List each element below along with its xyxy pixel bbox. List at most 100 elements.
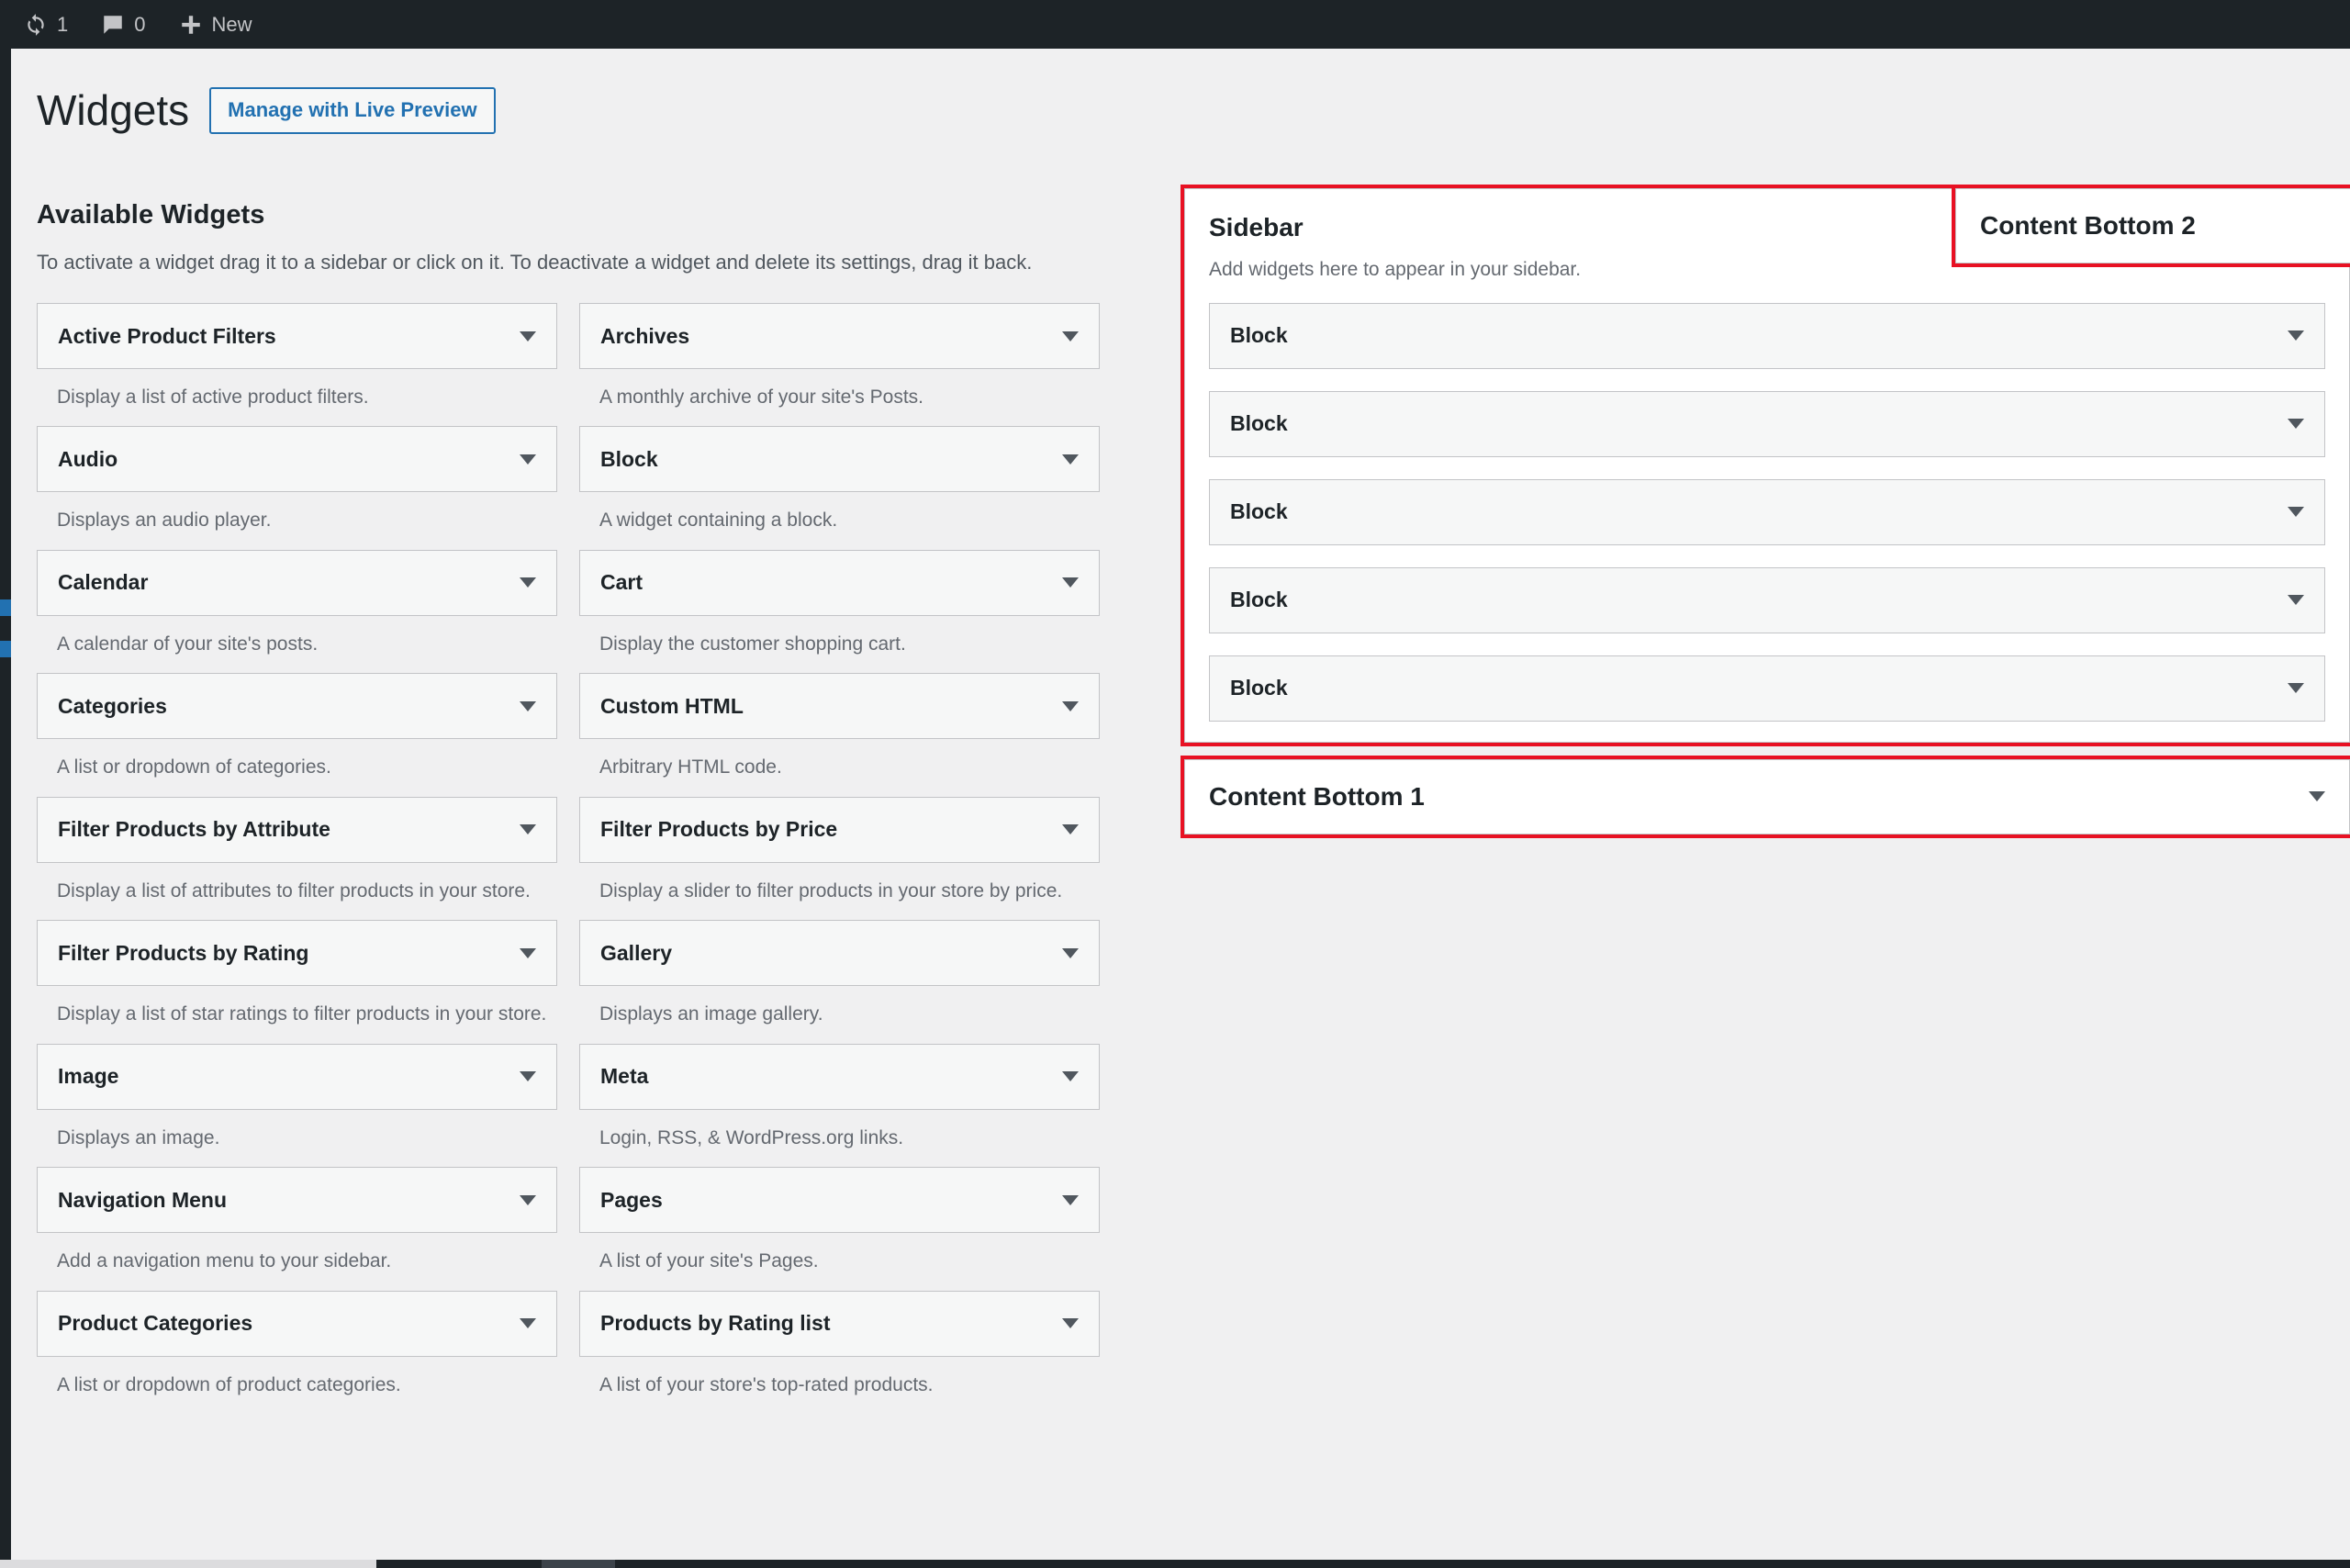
admin-bar-new-content[interactable]: New [162, 0, 269, 49]
available-widget-description: A widget containing a block. [599, 510, 838, 532]
admin-menu-active-indicator-1 [0, 599, 11, 616]
chevron-down-icon[interactable] [520, 577, 536, 588]
available-widget-title: Products by Rating list [600, 1311, 831, 1335]
chevron-down-icon[interactable] [520, 1071, 536, 1082]
available-widget-card[interactable]: Navigation Menu [37, 1167, 557, 1234]
available-widgets-column-left: Active Product Filters Display a list of … [37, 303, 557, 1414]
available-widget-title: Cart [600, 570, 643, 595]
chevron-down-icon[interactable] [2288, 683, 2304, 693]
available-widget-card[interactable]: Image [37, 1043, 557, 1110]
available-widget-card[interactable]: Meta [579, 1043, 1100, 1110]
available-widget-description: Displays an image gallery. [599, 1003, 823, 1025]
page-body: Widgets Manage with Live Preview Availab… [11, 49, 2350, 1568]
chevron-down-icon[interactable] [1062, 1071, 1079, 1082]
admin-bar-new-label: New [211, 12, 252, 36]
available-widget-entry: Filter Products by Price Display a slider… [579, 796, 1100, 920]
chevron-down-icon[interactable] [2288, 507, 2304, 517]
available-widget-entry: Product Categories A list or dropdown of … [37, 1290, 557, 1414]
available-widget-title: Custom HTML [600, 693, 744, 718]
available-widget-description: Display a slider to filter products in y… [599, 879, 1063, 902]
available-widget-card[interactable]: Archives [579, 303, 1100, 369]
chevron-down-icon[interactable] [1062, 700, 1079, 711]
available-widget-card[interactable]: Filter Products by Rating [37, 920, 557, 987]
chevron-down-icon[interactable] [520, 330, 536, 342]
available-widget-description: A list of your store's top-rated product… [599, 1373, 934, 1395]
available-widget-title: Pages [600, 1187, 663, 1212]
available-widget-card[interactable]: Product Categories [37, 1290, 557, 1357]
scrollbar-thumb[interactable] [542, 1560, 615, 1568]
widget-area-content-bottom-2-title: Content Bottom 2 [1980, 211, 2196, 240]
widget-area-content-bottom-1-title: Content Bottom 1 [1209, 781, 1425, 811]
widget-area-sidebar-widget-list: Block Block Block Block Block [1185, 302, 2349, 742]
chevron-down-icon[interactable] [520, 454, 536, 465]
chevron-down-icon[interactable] [1062, 454, 1079, 465]
available-widget-card[interactable]: Block [579, 426, 1100, 493]
available-widget-title: Filter Products by Attribute [58, 817, 330, 842]
available-widget-card[interactable]: Active Product Filters [37, 303, 557, 369]
available-widget-description: Display a list of star ratings to filter… [57, 1003, 547, 1025]
chevron-down-icon[interactable] [1062, 1194, 1079, 1205]
chevron-down-icon[interactable] [2309, 791, 2325, 801]
content-bottom-2-wrapper: Content Bottom 2 [1952, 185, 2350, 267]
chevron-down-icon[interactable] [1062, 947, 1079, 958]
admin-bar-updates[interactable]: 1 [7, 0, 84, 49]
admin-menu-strip[interactable] [0, 49, 11, 1568]
available-widget-description: Display a list of attributes to filter p… [57, 879, 531, 902]
sidebar-widget-item[interactable]: Block [1209, 655, 2325, 722]
available-widget-title: Categories [58, 693, 167, 718]
available-widget-description: A list of your site's Pages. [599, 1250, 819, 1272]
sidebar-widget-item[interactable]: Block [1209, 566, 2325, 633]
available-widget-card[interactable]: Audio [37, 426, 557, 493]
manage-with-live-preview-button[interactable]: Manage with Live Preview [209, 87, 496, 134]
page-title: Widgets [37, 86, 190, 134]
chevron-down-icon[interactable] [520, 700, 536, 711]
available-widget-title: Archives [600, 323, 690, 348]
chevron-down-icon[interactable] [2288, 419, 2304, 429]
available-widget-card[interactable]: Gallery [579, 920, 1100, 987]
available-widget-card[interactable]: Filter Products by Price [579, 796, 1100, 863]
available-widgets-grid: Active Product Filters Display a list of … [37, 303, 1120, 1414]
available-widget-description: A monthly archive of your site's Posts. [599, 386, 923, 408]
available-widget-card[interactable]: Products by Rating list [579, 1290, 1100, 1357]
available-widget-entry: Categories A list or dropdown of categori… [37, 673, 557, 796]
sidebar-widget-item[interactable]: Block [1209, 390, 2325, 457]
chevron-down-icon[interactable] [520, 824, 536, 835]
available-widget-description: Displays an audio player. [57, 510, 272, 532]
available-widget-card[interactable]: Pages [579, 1167, 1100, 1234]
available-widget-entry: Archives A monthly archive of your site's… [579, 303, 1100, 426]
chevron-down-icon[interactable] [2288, 330, 2304, 341]
sidebar-widget-item[interactable]: Block [1209, 478, 2325, 545]
available-widget-description: Login, RSS, & WordPress.org links. [599, 1126, 904, 1148]
chevron-down-icon[interactable] [2288, 595, 2304, 605]
available-widget-card[interactable]: Filter Products by Attribute [37, 796, 557, 863]
available-widget-title: Meta [600, 1064, 649, 1089]
available-widget-card[interactable]: Cart [579, 549, 1100, 616]
widget-area-content-bottom-2[interactable]: Content Bottom 2 [1952, 185, 2350, 267]
sidebar-widget-title: Block [1230, 411, 1288, 435]
chevron-down-icon[interactable] [520, 1194, 536, 1205]
available-widget-entry: Calendar A calendar of your site's posts. [37, 549, 557, 673]
chevron-down-icon[interactable] [1062, 824, 1079, 835]
available-widget-description: Arbitrary HTML code. [599, 756, 782, 778]
available-widget-title: Filter Products by Rating [58, 940, 309, 965]
available-widget-card[interactable]: Calendar [37, 549, 557, 616]
chevron-down-icon[interactable] [520, 1318, 536, 1328]
sidebar-widget-item[interactable]: Block [1209, 302, 2325, 369]
widget-area-content-bottom-1[interactable]: Content Bottom 1 [1181, 755, 2350, 838]
chevron-down-icon[interactable] [1062, 577, 1079, 588]
chevron-down-icon[interactable] [520, 947, 536, 958]
available-widget-card[interactable]: Categories [37, 673, 557, 740]
chevron-down-icon[interactable] [1062, 330, 1079, 342]
sidebars-column: Sidebar Add widgets here to appear in yo… [1181, 185, 2350, 851]
available-widget-card[interactable]: Custom HTML [579, 673, 1100, 740]
update-count: 1 [57, 12, 69, 36]
widget-area-sidebar[interactable]: Sidebar Add widgets here to appear in yo… [1181, 185, 2350, 746]
admin-bar-comments[interactable]: 0 [84, 0, 162, 49]
available-widget-title: Navigation Menu [58, 1187, 228, 1212]
admin-menu-active-indicator-2 [0, 641, 11, 657]
page-header: Widgets Manage with Live Preview [37, 85, 496, 136]
horizontal-scrollbar[interactable] [0, 1560, 2350, 1568]
sidebar-widget-title: Block [1230, 588, 1288, 611]
sidebar-widget-title: Block [1230, 323, 1288, 347]
chevron-down-icon[interactable] [1062, 1318, 1079, 1328]
